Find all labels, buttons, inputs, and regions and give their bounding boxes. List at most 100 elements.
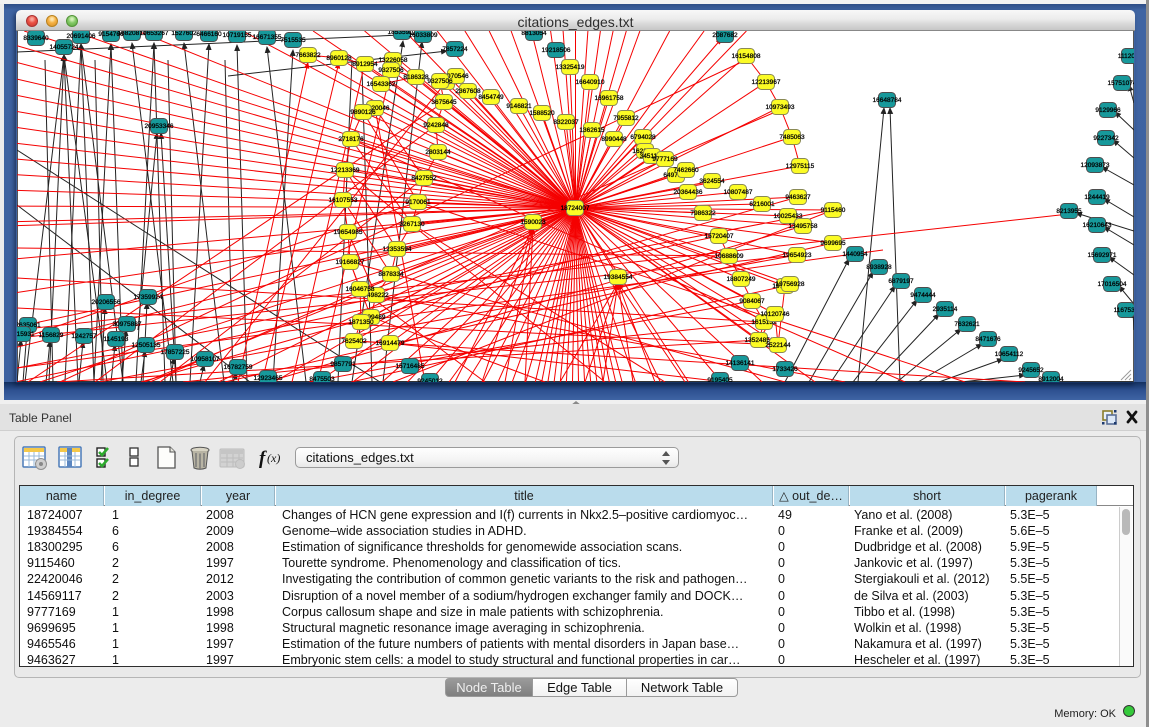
svg-text:17857225: 17857225: [161, 349, 190, 356]
svg-text:8960128: 8960128: [326, 55, 352, 62]
svg-text:12923465: 12923465: [254, 375, 283, 382]
svg-text:9129966: 9129966: [1095, 107, 1121, 114]
svg-text:8339640: 8339640: [23, 35, 49, 42]
svg-text:16033809: 16033809: [409, 32, 438, 39]
svg-text:8454749: 8454749: [478, 94, 504, 101]
svg-text:16107553: 16107553: [329, 197, 358, 204]
svg-text:16640910: 16640910: [576, 79, 605, 86]
svg-text:2087682: 2087682: [712, 32, 738, 39]
svg-text:16210643: 16210643: [1083, 222, 1112, 229]
svg-text:7625402: 7625402: [341, 338, 367, 345]
svg-text:13495758: 13495758: [789, 223, 818, 230]
svg-text:10958107: 10958107: [191, 356, 220, 363]
svg-text:16648784: 16648784: [873, 97, 902, 104]
svg-text:19654923: 19654923: [783, 252, 812, 259]
svg-text:8475503: 8475503: [309, 376, 335, 382]
svg-text:2367608: 2367608: [455, 88, 481, 95]
svg-text:9777169: 9777169: [652, 156, 678, 163]
svg-text:1145193: 1145193: [104, 336, 129, 343]
svg-text:2803144: 2803144: [425, 149, 451, 156]
svg-text:12213967: 12213967: [752, 79, 781, 86]
svg-text:8990448: 8990448: [601, 136, 627, 143]
svg-text:7663822: 7663822: [295, 52, 321, 59]
svg-text:12213369: 12213369: [331, 167, 360, 174]
svg-text:16961758: 16961758: [595, 95, 624, 102]
svg-text:20364436: 20364436: [674, 189, 703, 196]
svg-text:3915931: 3915931: [17, 331, 35, 338]
svg-text:7462660: 7462660: [673, 167, 699, 174]
svg-text:10653267: 10653267: [140, 31, 169, 37]
svg-text:7632621: 7632621: [954, 321, 980, 328]
svg-text:1590023: 1590023: [520, 219, 546, 226]
svg-text:9115460: 9115460: [821, 207, 846, 214]
svg-text:1156829: 1156829: [39, 332, 64, 339]
svg-text:7986322: 7986322: [690, 210, 716, 217]
svg-text:8427552: 8427552: [411, 175, 437, 182]
svg-text:12093873: 12093873: [1081, 162, 1110, 169]
svg-text:16671355: 16671355: [253, 34, 282, 41]
svg-text:17359924: 17359924: [134, 294, 163, 301]
svg-text:9170061: 9170061: [405, 199, 431, 206]
svg-text:20206556: 20206556: [92, 299, 121, 306]
svg-text:9227342: 9227342: [1093, 135, 1119, 142]
svg-text:13325419: 13325419: [556, 64, 585, 71]
svg-text:8186328: 8186328: [403, 74, 429, 81]
svg-text:7515535: 7515535: [280, 37, 306, 44]
svg-text:9474444: 9474444: [910, 292, 936, 299]
svg-text:19166827: 19166827: [336, 259, 365, 266]
svg-text:1362615: 1362615: [579, 127, 605, 134]
svg-text:9146821: 9146821: [506, 103, 532, 110]
svg-text:2935114: 2935114: [933, 306, 958, 313]
svg-text:9327506: 9327506: [378, 67, 404, 74]
svg-text:8912004: 8912004: [1038, 376, 1064, 382]
svg-text:1242757: 1242757: [71, 333, 97, 340]
svg-text:16543362: 16543362: [367, 81, 396, 88]
svg-text:18724007: 18724007: [561, 205, 590, 212]
svg-text:6794028: 6794028: [630, 134, 656, 141]
svg-text:15720407: 15720407: [705, 233, 734, 240]
svg-text:1244419: 1244419: [1084, 194, 1110, 201]
svg-text:6879197: 6879197: [888, 278, 914, 285]
svg-text:18807249: 18807249: [727, 276, 756, 283]
svg-text:20953346: 20953346: [145, 123, 174, 130]
svg-text:9242848: 9242848: [423, 122, 449, 129]
svg-text:9195405: 9195405: [707, 377, 733, 382]
svg-text:9699695: 9699695: [820, 240, 846, 247]
svg-text:8471676: 8471676: [975, 336, 1001, 343]
svg-text:6466160: 6466160: [196, 31, 222, 38]
svg-text:10719155: 10719155: [223, 32, 252, 39]
svg-text:16782759: 16782759: [224, 364, 253, 371]
svg-text:8878334: 8878334: [378, 271, 404, 278]
svg-text:15751074: 15751074: [1108, 80, 1134, 87]
svg-text:9327506: 9327506: [427, 78, 453, 85]
svg-text:1733426: 1733426: [772, 366, 798, 373]
svg-text:9890126: 9890126: [350, 109, 376, 116]
svg-text:8912954: 8912954: [352, 61, 378, 68]
svg-text:3675645: 3675645: [431, 99, 457, 106]
svg-text:20691406: 20691406: [67, 33, 96, 40]
svg-text:12353594: 12353594: [383, 246, 412, 253]
svg-text:10807487: 10807487: [724, 189, 753, 196]
svg-text:1440954: 1440954: [842, 251, 868, 258]
svg-text:12975115: 12975115: [786, 163, 815, 170]
svg-text:1527602: 1527602: [171, 31, 197, 37]
svg-text:8322037: 8322037: [553, 119, 579, 126]
svg-text:8813054: 8813054: [521, 31, 547, 37]
svg-text:30975887: 30975887: [113, 321, 142, 328]
svg-text:10688609: 10688609: [715, 253, 744, 260]
svg-text:9857791: 9857791: [330, 361, 356, 368]
svg-text:10120746: 10120746: [761, 311, 790, 318]
svg-text:16046758: 16046758: [346, 286, 375, 293]
svg-text:12505135: 12505135: [132, 342, 161, 349]
svg-text:6216001: 6216001: [749, 201, 775, 208]
svg-text:19756928: 19756928: [776, 281, 805, 288]
svg-text:15716485: 15716485: [396, 363, 425, 370]
svg-text:7857224: 7857224: [442, 46, 468, 53]
svg-text:9245012: 9245012: [417, 378, 443, 382]
svg-text:7485063: 7485063: [779, 134, 805, 141]
svg-text:9463627: 9463627: [785, 194, 811, 201]
svg-text:17016504: 17016504: [1098, 281, 1127, 288]
svg-text:16914479: 16914479: [376, 340, 405, 347]
svg-text:1112045: 1112045: [1118, 53, 1134, 60]
svg-text:9245652: 9245652: [1018, 367, 1044, 374]
